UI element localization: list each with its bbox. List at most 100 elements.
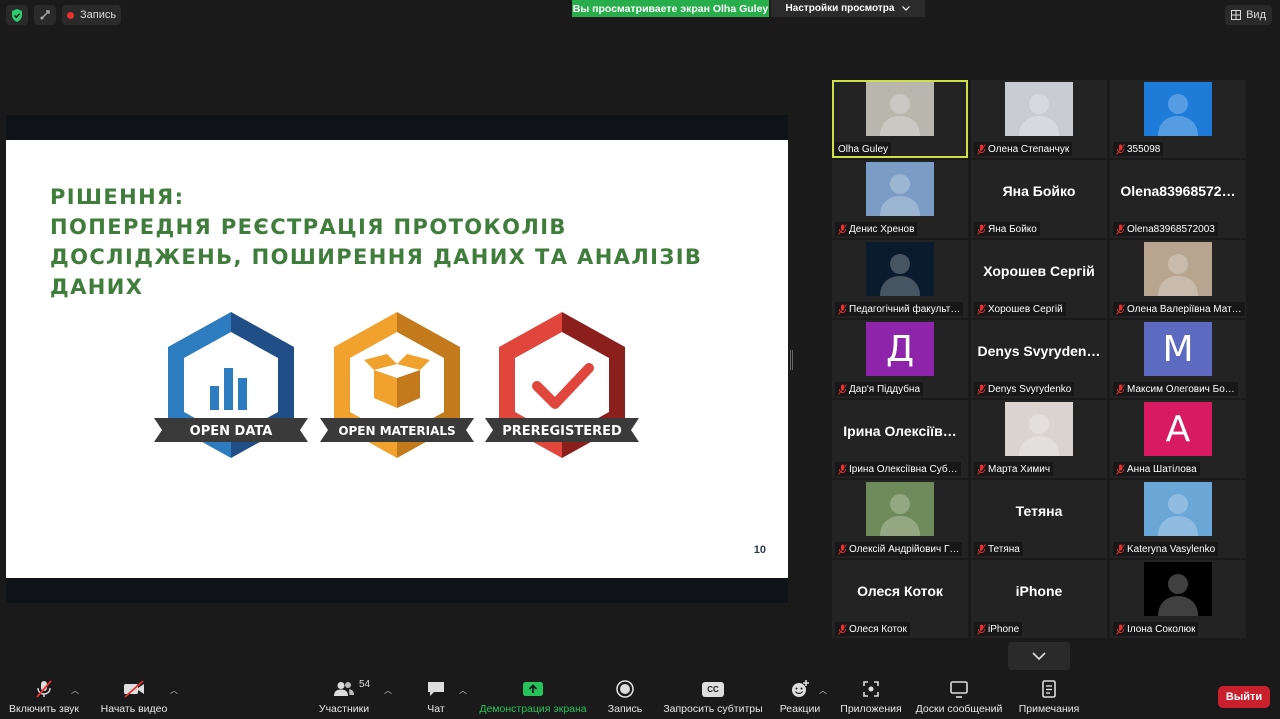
- closed-captions-icon: CC: [702, 678, 724, 700]
- participant-name-label: Olena83968572003: [1113, 222, 1218, 236]
- unmute-label: Включить звук: [8, 703, 80, 715]
- unmute-button[interactable]: Включить звук: [8, 678, 80, 718]
- participant-video: [866, 242, 934, 296]
- view-button[interactable]: Вид: [1225, 5, 1272, 25]
- participant-avatar: A: [1144, 402, 1212, 456]
- participant-name: Анна Шатілова: [1127, 463, 1197, 475]
- participant-display-name: Ірина Олексіїв…: [843, 423, 957, 439]
- participant-name-label: Олена Валеріївна Мат…: [1113, 302, 1245, 316]
- participant-name-label: iPhone: [974, 622, 1023, 636]
- participant-name-label: Марта Химич: [974, 462, 1054, 476]
- request-captions-button[interactable]: CC Запросить субтитры: [662, 678, 764, 718]
- participants-count: 54: [359, 679, 371, 690]
- participant-tile[interactable]: Д Дар'я Піддубна: [832, 320, 968, 398]
- participant-tile[interactable]: Педагогічний факульт…: [832, 240, 968, 318]
- participant-tile[interactable]: Денис Хренов: [832, 160, 968, 238]
- share-screen-label: Демонстрация экрана: [479, 703, 587, 715]
- participants-options-caret-icon[interactable]: ︿: [384, 685, 392, 696]
- participant-tile[interactable]: Олена Степанчук: [971, 80, 1107, 158]
- top-left-indicators: Запись: [6, 5, 122, 25]
- participant-name-label: Педагогічний факульт…: [835, 302, 964, 316]
- participant-tile[interactable]: Ілона Соколюк: [1110, 560, 1246, 638]
- smiley-plus-icon: [790, 678, 810, 700]
- muted-mic-icon: [838, 543, 847, 555]
- video-options-caret-icon[interactable]: ︿: [170, 685, 178, 696]
- participants-icon: 54: [333, 678, 370, 700]
- participant-tile[interactable]: 355098: [1110, 80, 1246, 158]
- participant-tile[interactable]: Яна Бойко Яна Бойко: [971, 160, 1107, 238]
- participant-tile[interactable]: Олексій Андрійович Г…: [832, 480, 968, 558]
- participant-tile[interactable]: Denys Svyryden… Denys Svyrydenko: [971, 320, 1107, 398]
- chevron-down-icon: [902, 6, 911, 11]
- recording-dot-icon: [67, 11, 74, 19]
- audio-options-caret-icon[interactable]: ︿: [71, 685, 79, 696]
- gallery-scroll-down-button[interactable]: [1008, 642, 1070, 670]
- whiteboards-button[interactable]: Доски сообщений: [912, 678, 1006, 718]
- muted-mic-icon: [1116, 623, 1125, 635]
- leave-meeting-button[interactable]: Выйти: [1218, 686, 1270, 708]
- start-video-button[interactable]: Начать видео: [100, 678, 168, 718]
- participant-tile[interactable]: Olena83968572… Olena83968572003: [1110, 160, 1246, 238]
- grid-view-icon: [1231, 10, 1242, 20]
- participant-video: [1144, 82, 1212, 136]
- participant-tile[interactable]: Kateryna Vasylenko: [1110, 480, 1246, 558]
- record-button[interactable]: Запись: [604, 678, 646, 718]
- split-resize-handle[interactable]: [790, 350, 793, 370]
- chat-options-caret-icon[interactable]: ︿: [459, 685, 467, 696]
- badge-label: PREREGISTERED: [502, 424, 622, 439]
- notes-icon: [1041, 678, 1057, 700]
- chat-label: Чат: [427, 703, 445, 715]
- recording-indicator[interactable]: Запись: [62, 5, 122, 25]
- participant-tile[interactable]: Олеся Коток Олеся Коток: [832, 560, 968, 638]
- participant-name: Ілона Соколюк: [1127, 623, 1196, 635]
- muted-mic-icon: [838, 383, 847, 395]
- muted-mic-icon: [977, 223, 986, 235]
- muted-mic-icon: [1116, 463, 1125, 475]
- recording-label: Запись: [80, 9, 117, 21]
- slide-title: Рішення: попередня реєстрація протоколів…: [50, 182, 750, 302]
- participant-name: Олена Валеріївна Мат…: [1127, 303, 1242, 315]
- slide-title-line: попередня реєстрація протоколів: [50, 215, 567, 239]
- participant-name-label: Максим Олегович Бо…: [1113, 382, 1238, 396]
- chevron-down-icon: [1032, 652, 1046, 660]
- connection-icon[interactable]: [34, 5, 56, 25]
- apps-label: Приложения: [840, 703, 902, 715]
- reactions-label: Реакции: [779, 703, 821, 715]
- participants-button[interactable]: 54 Участники: [316, 678, 372, 718]
- preregistered-badge: PREREGISTERED: [485, 312, 639, 458]
- video-off-icon: [123, 678, 145, 700]
- security-shield-icon[interactable]: [6, 5, 28, 25]
- participant-display-name: Olena83968572…: [1120, 183, 1236, 199]
- reactions-options-caret-icon[interactable]: ︿: [819, 685, 827, 696]
- zoom-meeting-window: Запись Вы просматриваете экран Olha Gule…: [0, 0, 1280, 719]
- participant-tile[interactable]: M Максим Олегович Бо…: [1110, 320, 1246, 398]
- participant-tile[interactable]: Тетяна Тетяна: [971, 480, 1107, 558]
- participant-name: Ірина Олексіївна Суб…: [849, 463, 958, 475]
- participant-tile[interactable]: iPhone iPhone: [971, 560, 1107, 638]
- participant-video: [866, 82, 934, 136]
- participant-tile[interactable]: Ірина Олексіїв… Ірина Олексіївна Суб…: [832, 400, 968, 478]
- view-options-dropdown[interactable]: Настройки просмотра: [771, 0, 925, 17]
- participant-name: Olha Guley: [838, 143, 889, 155]
- participant-tile[interactable]: A Анна Шатілова: [1110, 400, 1246, 478]
- muted-mic-icon: [977, 623, 986, 635]
- participant-tile[interactable]: Олена Валеріївна Мат…: [1110, 240, 1246, 318]
- participant-name-label: Олена Степанчук: [974, 142, 1073, 156]
- muted-mic-icon: [1116, 543, 1125, 555]
- reactions-button[interactable]: Реакции: [778, 678, 822, 718]
- participant-tile[interactable]: Olha Guley: [832, 80, 968, 158]
- muted-mic-icon: [977, 383, 986, 395]
- slide-title-line: Рішення:: [50, 185, 185, 209]
- participant-tile[interactable]: Марта Химич: [971, 400, 1107, 478]
- participant-name: 355098: [1127, 143, 1161, 155]
- participants-label: Участники: [318, 703, 370, 715]
- notes-label: Примечания: [1018, 703, 1080, 715]
- share-screen-button[interactable]: Демонстрация экрана: [478, 678, 588, 718]
- chat-button[interactable]: Чат: [420, 678, 452, 718]
- participant-display-name: Яна Бойко: [1002, 183, 1076, 199]
- participant-avatar: M: [1144, 322, 1212, 376]
- notes-button[interactable]: Примечания: [1016, 678, 1082, 718]
- badge-label: OPEN DATA: [190, 424, 273, 439]
- participant-tile[interactable]: Хорошев Сергій Хорошев Сергій: [971, 240, 1107, 318]
- apps-button[interactable]: Приложения: [838, 678, 904, 718]
